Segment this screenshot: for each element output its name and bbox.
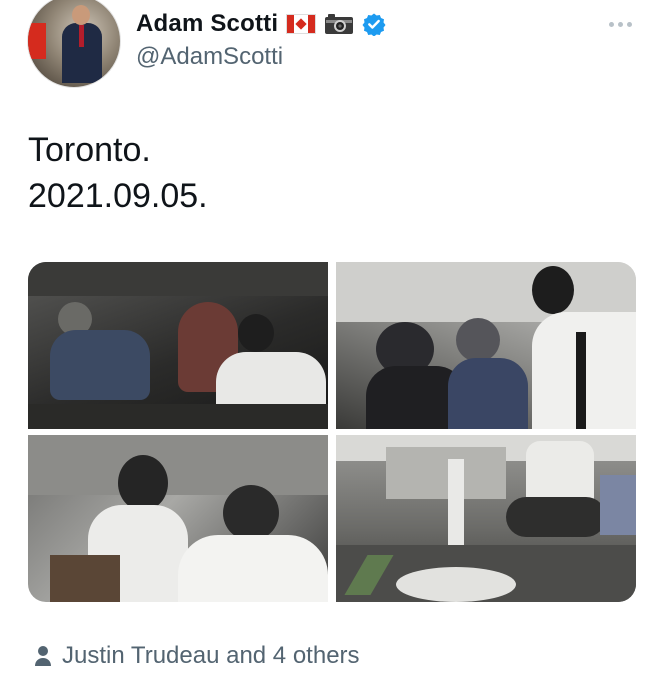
verified-badge-icon xyxy=(362,13,386,36)
canada-flag-icon xyxy=(286,14,317,34)
liked-by-text: Justin Trudeau and 4 others xyxy=(62,642,360,669)
author-name-row: Adam Scotti xyxy=(136,9,386,39)
author-display-name[interactable]: Adam Scotti xyxy=(136,10,278,38)
media-grid xyxy=(28,262,636,602)
tweet-photo-2[interactable] xyxy=(336,262,636,429)
avatar-flag xyxy=(28,23,46,59)
avatar-tie xyxy=(79,25,84,47)
liked-by-row[interactable]: Justin Trudeau and 4 others xyxy=(34,642,360,670)
tweet-text-line: Toronto. xyxy=(28,131,151,169)
tweet-photo-3[interactable] xyxy=(28,435,328,602)
tweet-photo-1[interactable] xyxy=(28,262,328,429)
tweet-text-line: 2021.09.05. xyxy=(28,177,208,215)
tweet-photo-4[interactable] xyxy=(336,435,636,602)
person-icon xyxy=(35,646,51,666)
avatar-person-head xyxy=(72,5,90,25)
author-handle[interactable]: @AdamScotti xyxy=(136,43,283,71)
tweet-text: Toronto. 2021.09.05. xyxy=(28,127,208,219)
camera-icon xyxy=(325,14,354,34)
more-options-icon[interactable] xyxy=(603,13,637,35)
profile-avatar[interactable] xyxy=(27,0,121,88)
